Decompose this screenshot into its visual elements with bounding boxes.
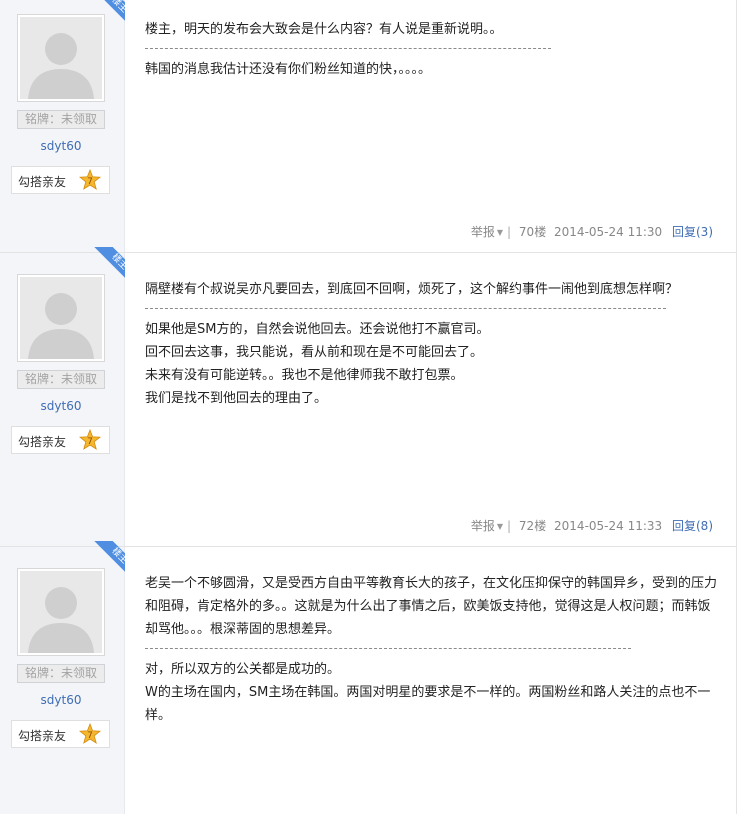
level-star-icon: 7 [79,723,101,744]
report-link[interactable]: 举报 [471,519,495,533]
add-buddy-button[interactable]: 勾搭亲友 7 [11,720,110,748]
caret-down-icon: ▼ [496,228,504,237]
username-link[interactable]: sdyt60 [0,693,122,707]
report-link[interactable]: 举报 [471,225,495,239]
medal-badge[interactable]: 铭牌：未领取 [17,370,105,389]
quote-divider [145,308,666,310]
avatar[interactable] [17,568,105,656]
add-buddy-button[interactable]: 勾搭亲友 7 [11,426,110,454]
thread-page: 楼主 铭牌：未领取 sdyt60 勾搭亲友 7 楼主，明天的发布会大致会是什么内… [0,0,737,814]
post-floor-70: 楼主 铭牌：未领取 sdyt60 勾搭亲友 7 楼主，明天的发布会大致会是什么内… [0,0,736,253]
add-buddy-button[interactable]: 勾搭亲友 7 [11,166,110,194]
level-star-icon: 7 [79,169,101,190]
reply-line: 我们是找不到他回去的理由了。 [145,391,328,406]
level-star-icon: 7 [79,429,101,450]
medal-badge[interactable]: 铭牌：未领取 [17,664,105,683]
post-floor-next: 楼主 铭牌：未领取 sdyt60 勾搭亲友 7 老吴一个不够圆滑，又是受西方自由… [0,541,736,814]
reply-line: 如果他是SM方的，自然会说他回去。还会说他打不赢官司。 [145,322,490,337]
quote-divider [145,48,551,50]
svg-text:7: 7 [87,731,93,741]
username-link[interactable]: sdyt60 [0,139,122,153]
reply-line: 对，所以双方的公关都是成功的。 [145,662,341,677]
add-buddy-label: 勾搭亲友 [18,729,67,743]
default-avatar-icon [20,277,102,359]
reply-line: 韩国的消息我估计还没有你们粉丝知道的快，。。。。 [145,62,432,77]
separator: | [507,225,512,239]
caret-down-icon: ▼ [496,522,504,531]
reply-link[interactable]: 回复(8) [672,519,713,533]
quoted-question: 楼主，明天的发布会大致会是什么内容？有人说是重新说明。。 [145,22,503,37]
reply-line: 回不回去这事，我只能说，看从前和现在是不可能回去了。 [145,345,484,360]
svg-text:7: 7 [87,437,93,447]
post-floor-72: 楼主 铭牌：未领取 sdyt60 勾搭亲友 7 隔壁楼有个叔说吴亦凡要回去，到底… [0,247,736,547]
default-avatar-icon [20,17,102,99]
post-body: 隔壁楼有个叔说吴亦凡要回去，到底回不回啊，烦死了，这个解约事件一闹他到底想怎样啊… [145,278,717,410]
add-buddy-label: 勾搭亲友 [18,175,67,189]
default-avatar-icon [20,571,102,653]
separator: | [507,519,512,533]
reply-line: W的主场在国内，SM主场在韩国。两国对明星的要求是不一样的。两国粉丝和路人关注的… [145,685,711,723]
floor-number: 72楼 [518,519,547,533]
post-body: 老吴一个不够圆滑，又是受西方自由平等教育长大的孩子，在文化压抑保守的韩国异乡，受… [145,572,717,727]
post-meta: 举报 ▼ | 72楼 2014-05-24 11:33 回复(8) [471,517,713,534]
svg-text:7: 7 [87,177,93,187]
medal-badge[interactable]: 铭牌：未领取 [17,110,105,129]
post-time: 2014-05-24 11:33 [554,519,663,533]
quoted-question: 老吴一个不够圆滑，又是受西方自由平等教育长大的孩子，在文化压抑保守的韩国异乡，受… [145,576,718,637]
post-time: 2014-05-24 11:30 [554,225,663,239]
quote-divider [145,648,631,650]
avatar[interactable] [17,274,105,362]
post-body: 楼主，明天的发布会大致会是什么内容？有人说是重新说明。。 韩国的消息我估计还没有… [145,18,717,81]
post-meta: 举报 ▼ | 70楼 2014-05-24 11:30 回复(3) [471,223,713,240]
reply-link[interactable]: 回复(3) [672,225,713,239]
quoted-question: 隔壁楼有个叔说吴亦凡要回去，到底回不回啊，烦死了，这个解约事件一闹他到底想怎样啊… [145,282,679,297]
add-buddy-label: 勾搭亲友 [18,435,67,449]
reply-line: 未来有没有可能逆转。。我也不是他律师我不敢打包票。 [145,368,464,383]
floor-number: 70楼 [518,225,547,239]
username-link[interactable]: sdyt60 [0,399,122,413]
avatar[interactable] [17,14,105,102]
